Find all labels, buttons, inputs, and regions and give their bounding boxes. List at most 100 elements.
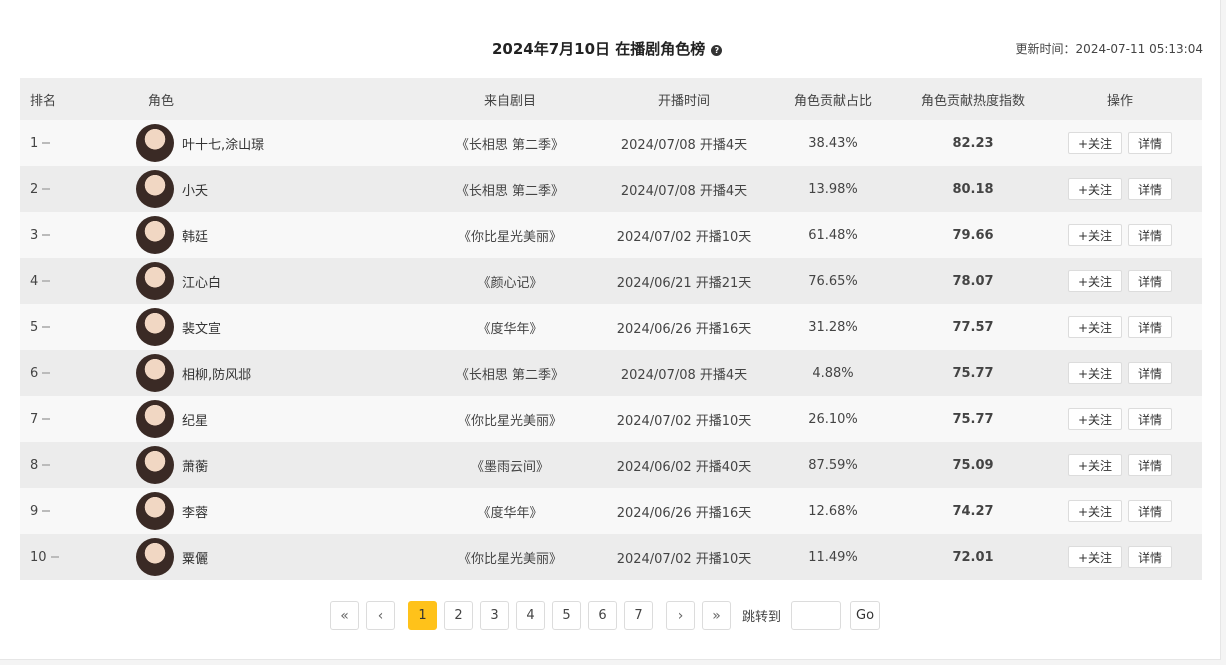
role-name[interactable]: 相柳,防风邶	[182, 364, 251, 383]
score-cell: 82.23	[908, 120, 1038, 166]
follow-button[interactable]: +关注	[1067, 316, 1123, 338]
actions-cell: +关注 详情	[1038, 488, 1202, 534]
update-time: 更新时间：2024-07-11 05:13:04	[1015, 42, 1203, 56]
drama-cell[interactable]: 《长相思 第二季》	[410, 120, 610, 166]
next-page-button[interactable]: ›	[666, 601, 695, 630]
drama-cell[interactable]: 《你比星光美丽》	[410, 534, 610, 580]
follow-button[interactable]: +关注	[1067, 362, 1123, 384]
role-name[interactable]: 萧蘅	[182, 456, 208, 475]
role-name[interactable]: 李蓉	[182, 502, 208, 521]
air-date-cell: 2024/06/21 开播21天	[610, 258, 758, 304]
rank-number: 4	[30, 273, 39, 289]
follow-button[interactable]: +关注	[1067, 408, 1123, 430]
rank-change-icon	[42, 510, 51, 512]
follow-button[interactable]: +关注	[1067, 500, 1123, 522]
column-header-share: 角色贡献占比	[758, 78, 908, 120]
jump-page-input[interactable]	[791, 601, 842, 630]
go-button[interactable]: Go	[850, 601, 881, 630]
follow-button[interactable]: +关注	[1067, 178, 1123, 200]
rank-change-icon	[42, 326, 51, 328]
follow-button[interactable]: +关注	[1067, 270, 1123, 292]
table-row: 7 纪星 《你比星光美丽》 2024/07/02 开播10天 26.10% 75.77 +关…	[20, 396, 1202, 442]
page-button-1[interactable]: 1	[408, 601, 437, 630]
drama-cell[interactable]: 《你比星光美丽》	[410, 396, 610, 442]
drama-cell[interactable]: 《颜心记》	[410, 258, 610, 304]
page-button-4[interactable]: 4	[516, 601, 545, 630]
follow-button[interactable]: +关注	[1067, 224, 1123, 246]
avatar[interactable]	[136, 492, 174, 530]
avatar[interactable]	[136, 124, 174, 162]
rank-cell: 10	[20, 534, 138, 580]
role-cell: 粟儷	[136, 534, 410, 580]
detail-button[interactable]: 详情	[1128, 454, 1173, 476]
share-cell: 87.59%	[758, 442, 908, 488]
detail-button[interactable]: 详情	[1128, 546, 1173, 568]
follow-button[interactable]: +关注	[1067, 546, 1123, 568]
avatar[interactable]	[136, 262, 174, 300]
score-cell: 80.18	[908, 166, 1038, 212]
role-cell: 李蓉	[136, 488, 410, 534]
role-name[interactable]: 韩廷	[182, 226, 208, 245]
actions-cell: +关注 详情	[1038, 534, 1202, 580]
table-row: 6 相柳,防风邶 《长相思 第二季》 2024/07/08 开播4天 4.88% 75.7…	[20, 350, 1202, 396]
ranking-card: 2024年7月10日 在播剧角色榜? 更新时间：2024-07-11 05:13…	[0, 0, 1221, 660]
role-info: 萧蘅	[136, 446, 410, 484]
page-button-2[interactable]: 2	[444, 601, 473, 630]
table-row: 8 萧蘅 《墨雨云间》 2024/06/02 开播40天 87.59% 75.09 +关注详…	[20, 442, 1202, 488]
follow-button[interactable]: +关注	[1067, 132, 1123, 154]
page-button-3[interactable]: 3	[480, 601, 509, 630]
rank-cell: 8	[20, 442, 138, 488]
detail-button[interactable]: 详情	[1128, 132, 1173, 154]
column-header-actions: 操作	[1038, 78, 1202, 120]
page-button-7[interactable]: 7	[624, 601, 653, 630]
page-button-5[interactable]: 5	[552, 601, 581, 630]
detail-button[interactable]: 详情	[1128, 316, 1173, 338]
avatar[interactable]	[136, 446, 174, 484]
score-cell: 74.27	[908, 488, 1038, 534]
avatar[interactable]	[136, 170, 174, 208]
drama-cell[interactable]: 《度华年》	[410, 304, 610, 350]
role-info: 纪星	[136, 400, 410, 438]
drama-cell[interactable]: 《度华年》	[410, 488, 610, 534]
detail-button[interactable]: 详情	[1128, 408, 1173, 430]
role-info: 小夭	[136, 170, 410, 208]
air-date-cell: 2024/06/26 开播16天	[610, 488, 758, 534]
follow-button[interactable]: +关注	[1067, 454, 1123, 476]
drama-cell[interactable]: 《墨雨云间》	[410, 442, 610, 488]
page-button-6[interactable]: 6	[588, 601, 617, 630]
first-page-button[interactable]: «	[330, 601, 359, 630]
help-icon[interactable]: ?	[711, 45, 723, 56]
role-name[interactable]: 裴文宣	[182, 318, 221, 337]
share-cell: 61.48%	[758, 212, 908, 258]
rank-change-icon	[42, 188, 51, 190]
drama-cell[interactable]: 《你比星光美丽》	[410, 212, 610, 258]
rank-cell: 9	[20, 488, 138, 534]
table-row: 2 小夭 《长相思 第二季》 2024/07/08 开播4天 13.98% 80.18 +关…	[20, 166, 1202, 212]
avatar[interactable]	[136, 308, 174, 346]
role-cell: 叶十七,涂山璟	[136, 120, 410, 166]
rank-change-icon	[50, 556, 59, 558]
role-name[interactable]: 叶十七,涂山璟	[182, 134, 264, 153]
avatar[interactable]	[136, 354, 174, 392]
prev-page-button[interactable]: ‹	[366, 601, 395, 630]
pagination: « ‹ 1 2 3 4 5 6 7 › » 跳转到 Go	[330, 600, 881, 631]
detail-button[interactable]: 详情	[1128, 270, 1173, 292]
detail-button[interactable]: 详情	[1128, 224, 1173, 246]
role-cell: 韩廷	[136, 212, 410, 258]
detail-button[interactable]: 详情	[1128, 362, 1173, 384]
share-cell: 13.98%	[758, 166, 908, 212]
avatar[interactable]	[136, 538, 174, 576]
column-header-drama: 来自剧目	[410, 78, 610, 120]
detail-button[interactable]: 详情	[1128, 500, 1173, 522]
role-name[interactable]: 纪星	[182, 410, 208, 429]
avatar[interactable]	[136, 216, 174, 254]
drama-cell[interactable]: 《长相思 第二季》	[410, 350, 610, 396]
last-page-button[interactable]: »	[702, 601, 731, 630]
rank-cell: 6	[20, 350, 138, 396]
role-name[interactable]: 粟儷	[182, 548, 208, 567]
avatar[interactable]	[136, 400, 174, 438]
role-name[interactable]: 小夭	[182, 180, 208, 199]
role-name[interactable]: 江心白	[182, 272, 221, 291]
drama-cell[interactable]: 《长相思 第二季》	[410, 166, 610, 212]
detail-button[interactable]: 详情	[1128, 178, 1173, 200]
